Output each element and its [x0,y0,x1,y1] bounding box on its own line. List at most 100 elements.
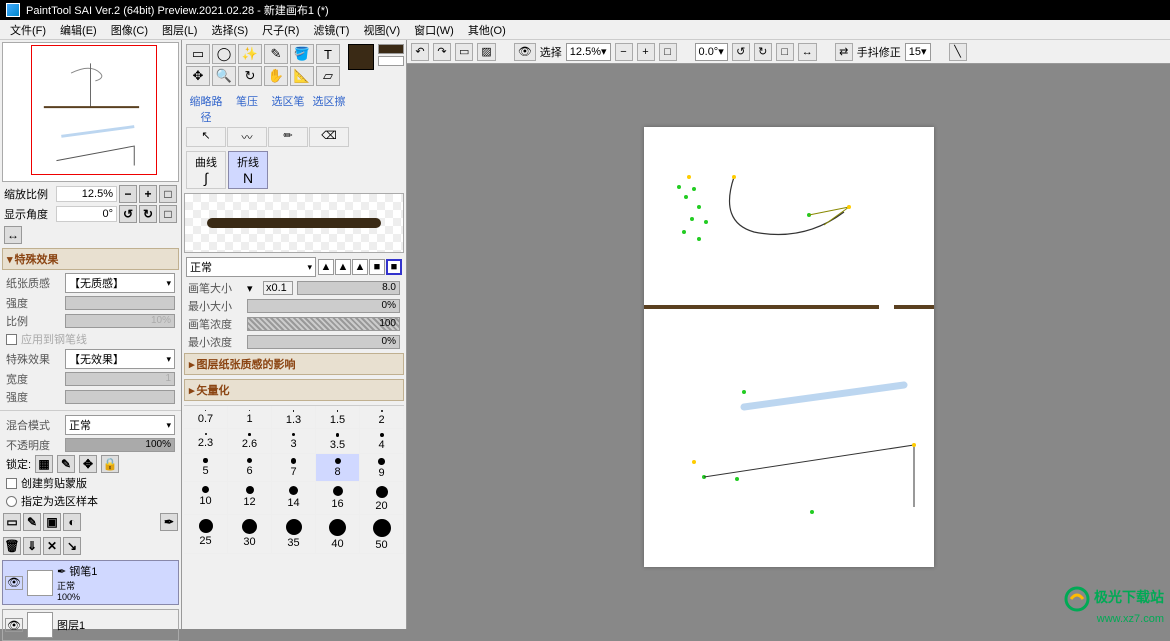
brush-size-25[interactable]: 25 [184,515,228,554]
canvas-rotate-cw[interactable]: ↻ [754,43,772,61]
redo-button[interactable]: ↷ [433,43,451,61]
color-swatch[interactable] [344,40,407,90]
brush-size-1.3[interactable]: 1.3 [272,406,316,429]
zoom-out-button[interactable]: − [119,185,137,203]
shape-4[interactable]: ■ [369,259,385,275]
text-tool[interactable]: T [316,44,340,64]
select-sample-radio[interactable] [6,496,17,507]
blend-mode-dropdown[interactable]: 正常 [65,415,175,435]
menu-layer[interactable]: 图层(L) [162,22,197,37]
shape-5[interactable]: ■ [386,259,402,275]
effect-dropdown[interactable]: 【无效果】 [65,349,175,369]
eye-icon[interactable]: 👁 [5,618,23,632]
path-edit-tool[interactable]: ↖ [186,127,226,147]
paper-influence-header[interactable]: 图层纸张质感的影响 [184,353,404,375]
polyline-tool[interactable]: 折线 N [228,151,268,189]
brush-size-8[interactable]: 8 [316,454,360,482]
brush-size-40[interactable]: 40 [316,515,360,554]
transfer-button[interactable]: ↘ [63,537,81,555]
canvas-rotate-ccw[interactable]: ↺ [732,43,750,61]
brush-size-1[interactable]: 1 [228,406,272,429]
zoom-reset-button[interactable]: □ [159,185,177,203]
canvas-zoom-in[interactable]: + [637,43,655,61]
new-pen-layer-button[interactable]: ✎ [23,513,41,531]
flip-h-button[interactable]: ↔ [4,226,22,244]
new-layer-button[interactable]: ▭ [3,513,21,531]
brush-size-0.7[interactable]: 0.7 [184,406,228,429]
brush-size-2[interactable]: 2 [360,406,404,429]
brush-size-4[interactable]: 4 [360,429,404,454]
menu-view[interactable]: 视图(V) [363,22,400,37]
select-erase-tool[interactable]: ⌫ [309,127,349,147]
menu-image[interactable]: 图像(C) [111,22,148,37]
invert-button[interactable]: ▨ [477,43,495,61]
clip-mask-checkbox[interactable] [6,478,17,489]
brush-size-1.5[interactable]: 1.5 [316,406,360,429]
brush-size-3[interactable]: 3 [272,429,316,454]
menu-file[interactable]: 文件(F) [10,22,46,37]
zoom-in-button[interactable]: + [139,185,157,203]
shape-2[interactable]: ▲ [335,259,351,275]
shape-3[interactable]: ▲ [352,259,368,275]
foreground-color[interactable] [348,44,374,70]
move-tool[interactable]: ✥ [186,66,210,86]
min-size-slider[interactable]: 0% [247,299,400,313]
visibility-icon[interactable]: 👁 [514,43,536,61]
deselect-button[interactable]: ▭ [455,43,473,61]
zoom-value[interactable]: 12.5% [56,186,117,202]
canvas-zoom-input[interactable]: 12.5% ▾ [566,43,611,61]
perspective-tool[interactable]: ▱ [316,66,340,86]
brush-size-3.5[interactable]: 3.5 [316,429,360,454]
menu-edit[interactable]: 编辑(E) [60,22,97,37]
delete-layer-button[interactable]: 🗑 [3,537,21,555]
brush-size-6[interactable]: 6 [228,454,272,482]
line-icon[interactable]: ╲ [949,43,967,61]
layer-item-1[interactable]: 👁 图层1 [2,609,179,641]
brush-size-9[interactable]: 9 [360,454,404,482]
brush-size-10[interactable]: 10 [184,482,228,515]
zoom-tool[interactable]: 🔍 [212,66,236,86]
vectorize-header[interactable]: 矢量化 [184,379,404,401]
eye-icon[interactable]: 👁 [5,576,23,590]
brush-size-14[interactable]: 14 [272,482,316,515]
stabilizer-input[interactable]: 15 ▾ [905,43,931,61]
lock-paint-button[interactable]: ✎ [57,455,75,473]
menu-ruler[interactable]: 尺子(R) [262,22,299,37]
fx-section-header[interactable]: 特殊效果 [2,248,179,270]
undo-button[interactable]: ↶ [411,43,429,61]
clear-button[interactable]: ✕ [43,537,61,555]
layer-item-pen1[interactable]: 👁 ✒ 钢笔1 正常 100% [2,560,179,605]
bucket-tool[interactable]: 🪣 [290,44,314,64]
curve-tool[interactable]: 曲线 ∫ [186,151,226,189]
pen-tool-icon[interactable]: ✒ [160,513,178,531]
hand-tool[interactable]: ✋ [264,66,288,86]
lock-pixel-button[interactable]: ▦ [35,455,53,473]
stabilizer-icon[interactable]: ⇄ [835,43,853,61]
pressure-tool[interactable]: 〰 [227,127,267,147]
brush-size-2.6[interactable]: 2.6 [228,429,272,454]
angle-value[interactable]: 0° [56,206,117,222]
canvas-flip[interactable]: ↔ [798,43,817,61]
rotate-tool[interactable]: ↻ [238,66,262,86]
canvas[interactable] [644,127,934,567]
menu-select[interactable]: 选择(S) [211,22,248,37]
brush-size-12[interactable]: 12 [228,482,272,515]
rotate-cw-button[interactable]: ↻ [139,205,157,223]
density-slider[interactable]: 100 [247,317,400,331]
brush-size-2.3[interactable]: 2.3 [184,429,228,454]
canvas-zoom-out[interactable]: − [615,43,633,61]
rotate-ccw-button[interactable]: ↺ [119,205,137,223]
brush-size-16[interactable]: 16 [316,482,360,515]
brush-size-5[interactable]: 5 [184,454,228,482]
brush-size-30[interactable]: 30 [228,515,272,554]
merge-button[interactable]: ⇓ [23,537,41,555]
wand-tool[interactable]: ✨ [238,44,262,64]
new-folder-button[interactable]: ▣ [43,513,61,531]
brush-size-50[interactable]: 50 [360,515,404,554]
canvas-rotate-reset[interactable]: □ [776,43,794,61]
paper-texture-dropdown[interactable]: 【无质感】 [65,273,175,293]
brush-size-7[interactable]: 7 [272,454,316,482]
brush-mode-dropdown[interactable]: 正常 [186,257,316,277]
menu-other[interactable]: 其他(O) [468,22,506,37]
canvas-zoom-fit[interactable]: □ [659,43,677,61]
